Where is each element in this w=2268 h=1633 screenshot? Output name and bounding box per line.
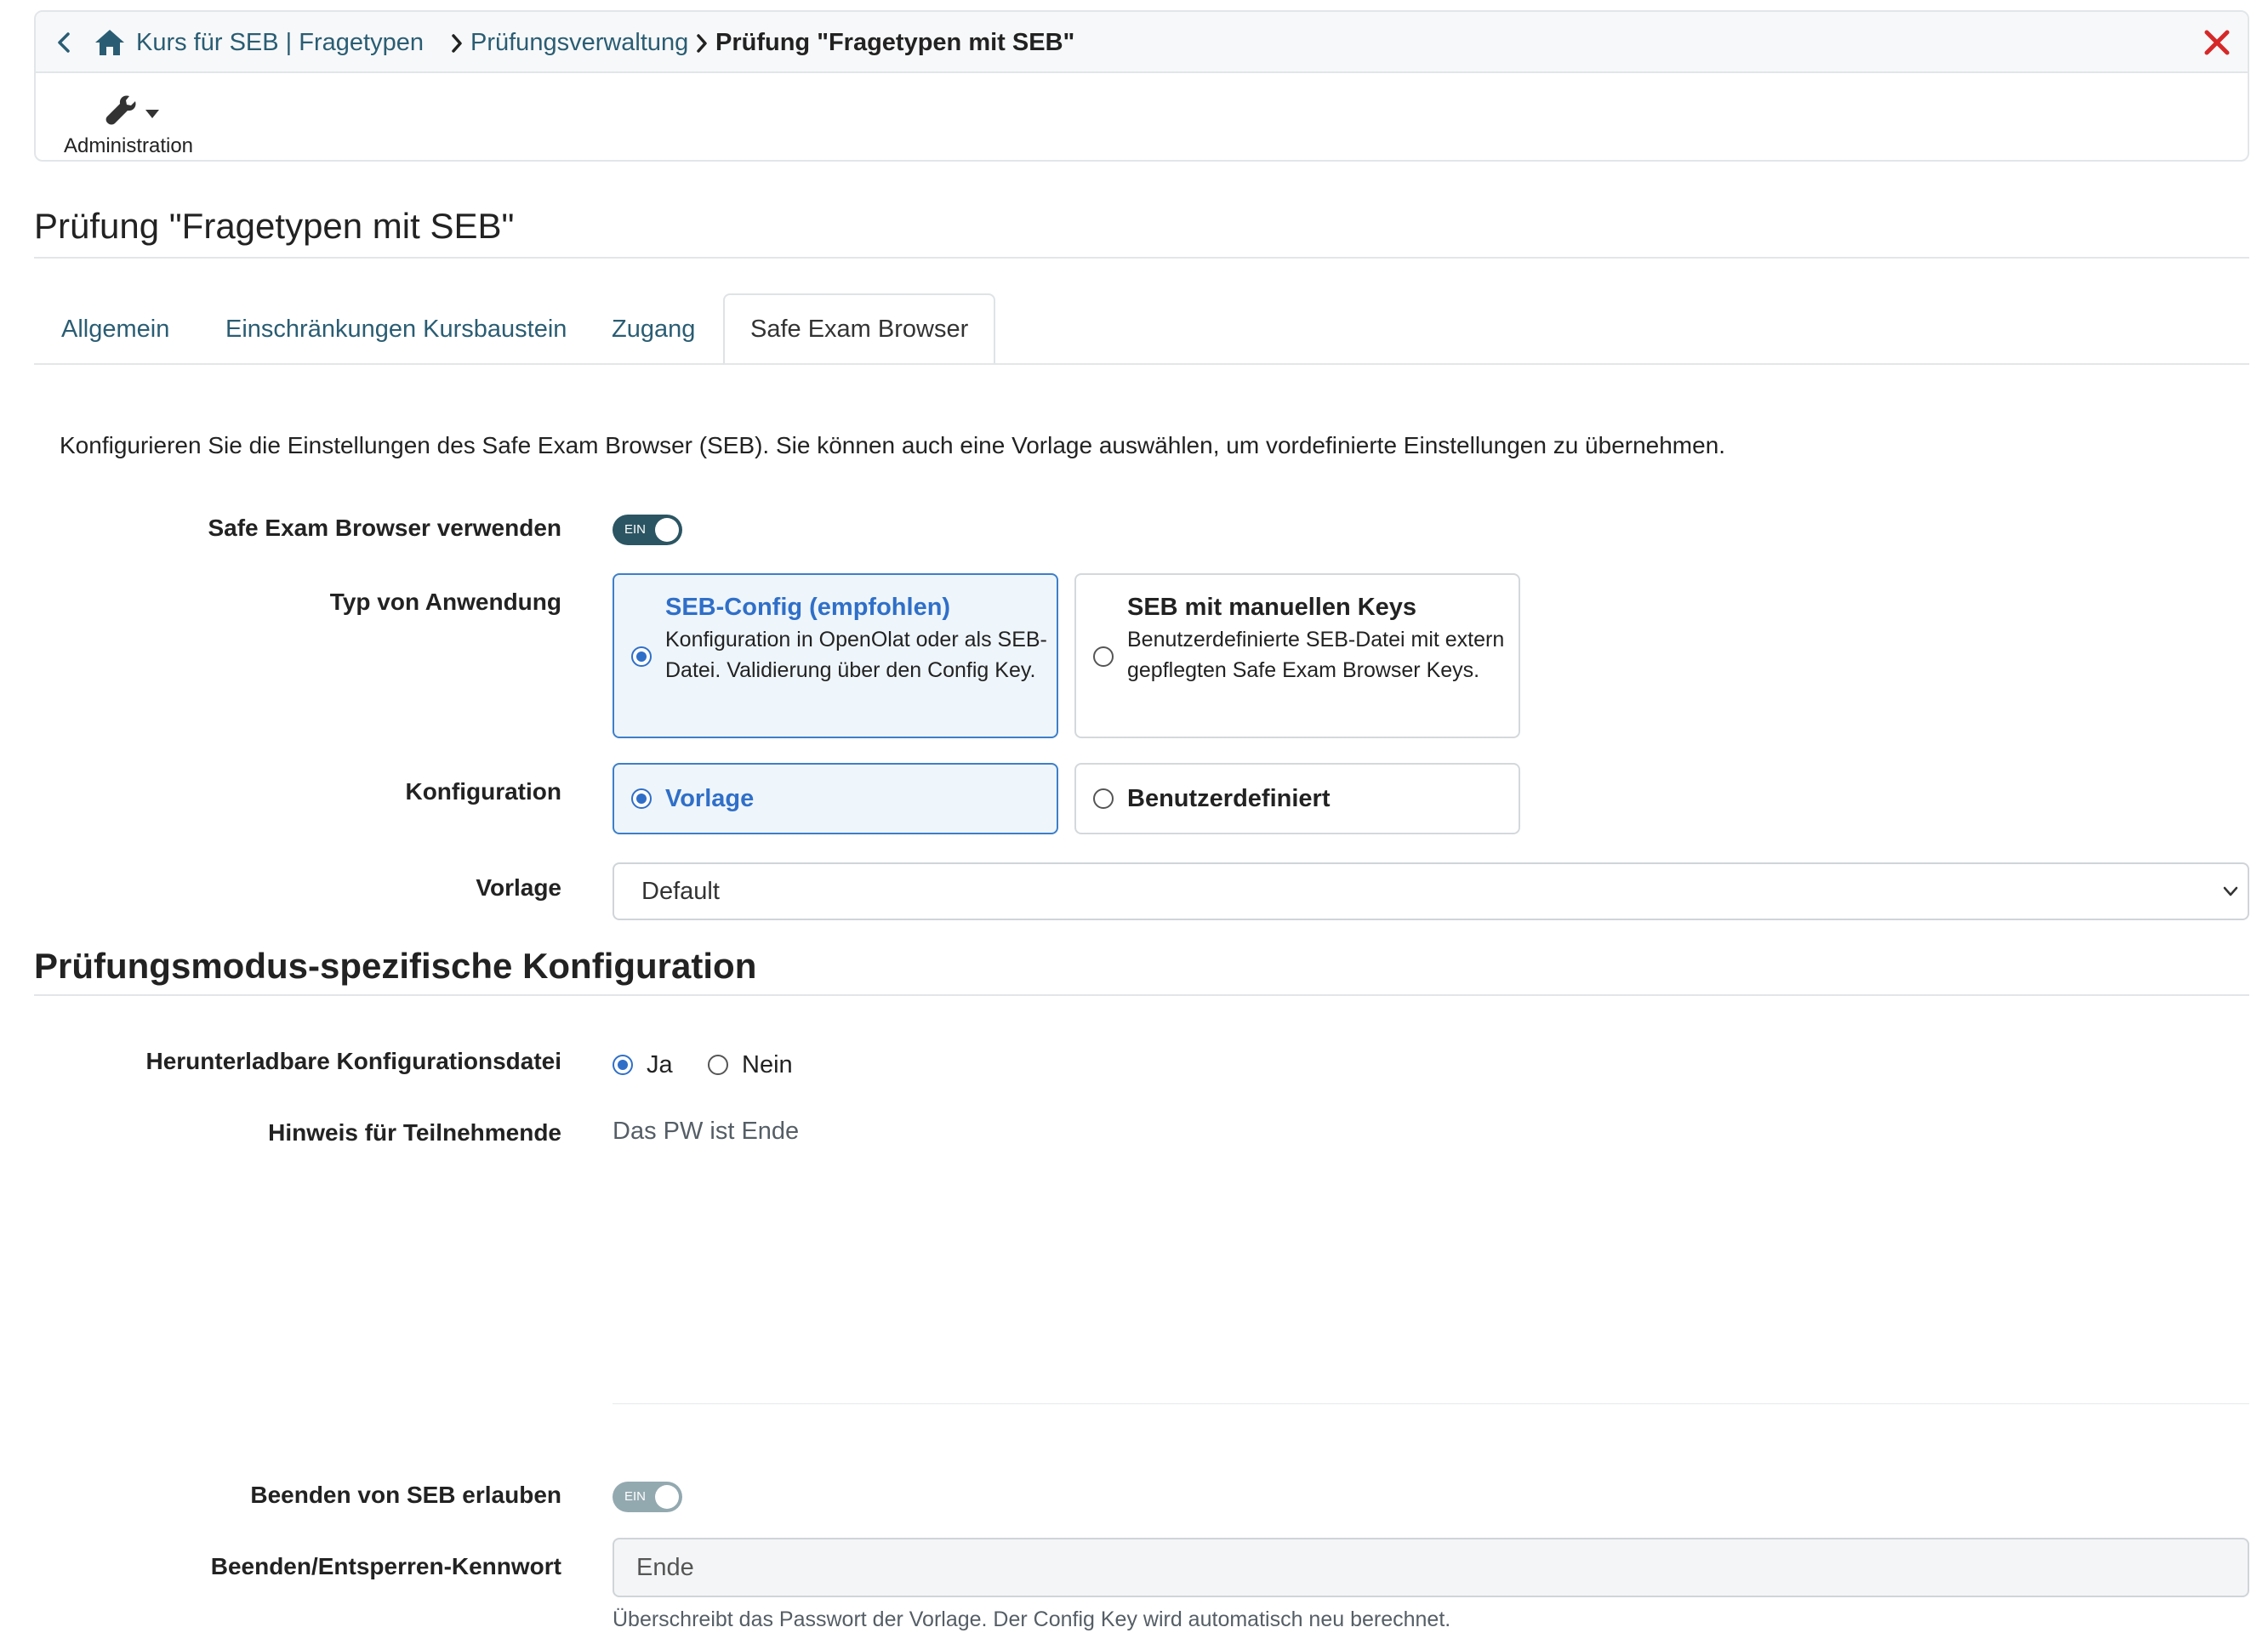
config-template-option-card[interactable]: Vorlage	[613, 763, 1058, 834]
chevron-right-icon	[697, 34, 707, 53]
page-title: Prüfung "Fragetypen mit SEB"	[34, 206, 515, 246]
config-custom-title: Benutzerdefiniert	[1127, 785, 1331, 812]
breadcrumb: Kurs für SEB | Fragetypen Prüfungsverwal…	[36, 12, 2248, 73]
config-custom-option-card[interactable]: Benutzerdefiniert	[1074, 763, 1520, 834]
quit-password-input[interactable]: Ende	[613, 1538, 2249, 1597]
participant-hint-label: Hinweis für Teilnehmende	[268, 1119, 561, 1146]
seb-manual-keys-description: Benutzerdefinierte SEB-Datei mit extern …	[1127, 628, 1505, 682]
template-select[interactable]: Default	[613, 862, 2249, 920]
chevron-left-icon[interactable]	[49, 27, 80, 58]
download-no-option[interactable]: Nein	[708, 1050, 801, 1080]
toggle-knob	[655, 518, 679, 542]
toggle-knob	[655, 1485, 679, 1509]
allow-quit-label: Beenden von SEB erlauben	[250, 1482, 561, 1508]
administration-label: Administration	[63, 134, 194, 157]
use-seb-toggle[interactable]: EIN	[613, 515, 682, 545]
caret-down-icon	[145, 110, 159, 118]
quit-password-value: Ende	[636, 1554, 694, 1581]
config-custom-radio[interactable]	[1093, 788, 1114, 809]
config-template-radio[interactable]	[631, 788, 652, 809]
seb-manual-keys-title: SEB mit manuellen Keys	[1127, 594, 1417, 621]
config-template-title: Vorlage	[665, 785, 755, 812]
seb-config-option-card[interactable]: SEB-Config (empfohlen) Konfiguration in …	[613, 573, 1058, 738]
tab-einschraenkungen[interactable]: Einschränkungen Kursbaustein	[225, 293, 567, 365]
allow-quit-toggle[interactable]: EIN	[613, 1482, 682, 1512]
use-seb-label: Safe Exam Browser verwenden	[208, 515, 561, 541]
toggle-state-label: EIN	[624, 1489, 647, 1504]
download-no-label: Nein	[742, 1051, 793, 1078]
chevron-down-icon	[2223, 886, 2238, 896]
template-label: Vorlage	[476, 874, 561, 901]
quit-password-label: Beenden/Entsperren-Kennwort	[210, 1553, 561, 1579]
tabs-divider	[34, 363, 2249, 365]
seb-config-description: Konfiguration in OpenOlat oder als SEB-D…	[665, 628, 1047, 682]
section-title-exam-mode: Prüfungsmodus-spezifische Konfiguration	[34, 946, 757, 986]
title-divider	[34, 257, 2249, 259]
tab-zugang[interactable]: Zugang	[612, 293, 695, 365]
tab-safe-exam-browser[interactable]: Safe Exam Browser	[723, 293, 996, 365]
template-select-value: Default	[641, 878, 720, 905]
download-yes-label: Ja	[647, 1051, 673, 1078]
download-yes-radio[interactable]	[613, 1055, 633, 1075]
download-no-radio[interactable]	[708, 1055, 728, 1075]
tab-allgemein[interactable]: Allgemein	[61, 293, 169, 365]
intro-text: Konfigurieren Sie die Einstellungen des …	[60, 432, 1726, 458]
configuration-label: Konfiguration	[405, 778, 561, 805]
home-icon[interactable]	[94, 27, 126, 58]
seb-manual-keys-radio[interactable]	[1093, 646, 1114, 667]
seb-config-radio[interactable]	[631, 646, 652, 667]
participant-hint-value: Das PW ist Ende	[613, 1118, 800, 1145]
toggle-state-label: EIN	[624, 522, 647, 537]
seb-config-title: SEB-Config (empfohlen)	[665, 594, 951, 621]
close-icon[interactable]	[2198, 24, 2236, 61]
hint-divider	[613, 1403, 2249, 1404]
quit-password-help: Überschreibt das Passwort der Vorlage. D…	[613, 1607, 1451, 1631]
toolbar-panel: Kurs für SEB | Fragetypen Prüfungsverwal…	[34, 10, 2249, 162]
download-config-label: Herunterladbare Konfigurationsdatei	[145, 1048, 561, 1074]
section-divider	[34, 994, 2249, 996]
chevron-right-icon	[452, 34, 462, 53]
breadcrumb-course-link[interactable]: Kurs für SEB | Fragetypen	[136, 27, 424, 58]
administration-button[interactable]: Administration	[58, 82, 199, 158]
breadcrumb-exam-admin-link[interactable]: Prüfungsverwaltung	[470, 27, 688, 58]
breadcrumb-current: Prüfung "Fragetypen mit SEB"	[715, 29, 1075, 56]
seb-manual-keys-option-card[interactable]: SEB mit manuellen Keys Benutzerdefiniert…	[1074, 573, 1520, 738]
download-yes-option[interactable]: Ja	[613, 1050, 681, 1080]
wrench-icon	[105, 95, 136, 125]
app-type-label: Typ von Anwendung	[329, 589, 561, 615]
